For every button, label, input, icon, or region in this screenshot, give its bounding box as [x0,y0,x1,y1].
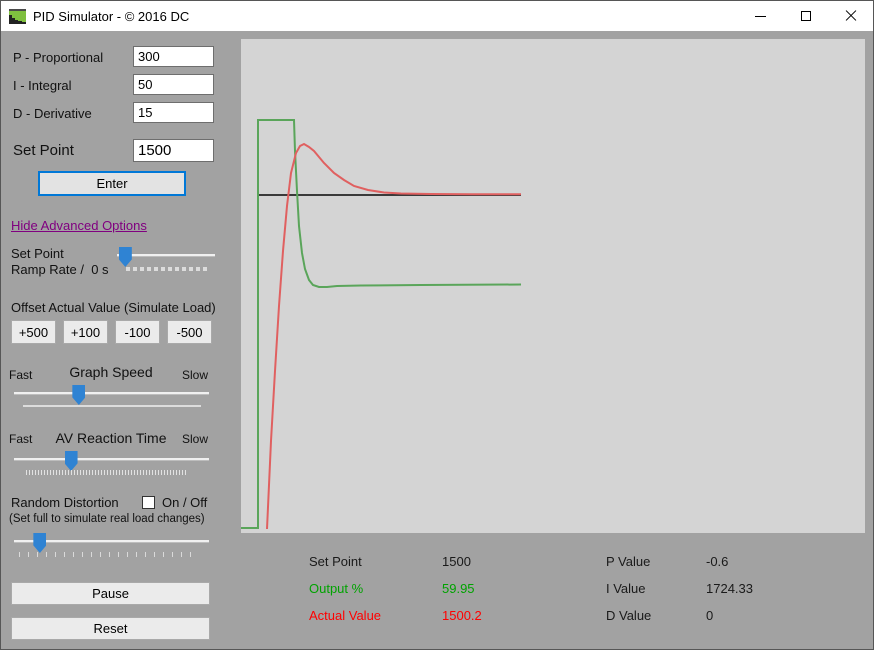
p-input[interactable] [133,46,214,67]
d-label: D - Derivative [13,106,92,121]
random-distortion-note: (Set full to simulate real load changes) [9,513,205,525]
graph-speed-slow-label: Slow [182,368,208,382]
window-title: PID Simulator - © 2016 DC [33,9,189,24]
slider-track [14,458,209,461]
offset-label: Offset Actual Value (Simulate Load) [11,300,216,315]
set-point-input[interactable] [133,139,214,162]
slider-thumb[interactable] [119,247,132,267]
pid-chart-canvas [241,39,865,533]
readout-row: Set Point1500 [309,554,471,570]
readout-label: Output % [309,581,442,596]
av-reaction-fast-label: Fast [9,432,32,446]
i-label: I - Integral [13,78,72,93]
ramp-label-line2: Ramp Rate / 0 s [11,262,109,277]
slider-thumb[interactable] [33,533,46,553]
readout-value: 1724.33 [706,581,753,596]
readout-value: -0.6 [706,554,728,569]
readout-row: Output %59.95 [309,581,475,597]
offset-button-minus100[interactable]: -100 [115,320,160,344]
set-point-label: Set Point [13,142,74,159]
reset-button[interactable]: Reset [11,617,210,640]
ramp-rate-value: 0 s [91,262,108,277]
av-reaction-title: AV Reaction Time [31,430,191,446]
maximize-icon [801,11,811,21]
readout-label: Actual Value [309,608,442,623]
av-reaction-slow-label: Slow [182,432,208,446]
graph-speed-fast-label: Fast [9,368,32,382]
graph-speed-title: Graph Speed [31,364,191,380]
random-distortion-label: Random Distortion [11,495,119,510]
av-reaction-slider[interactable] [14,449,209,475]
series-actual-value [267,144,521,529]
slider-ticks [126,267,209,271]
ramp-label-line1: Set Point [11,246,64,261]
minimize-icon [755,16,766,17]
slider-ticks [23,405,201,407]
ramp-rate-slider[interactable] [117,245,215,271]
minimize-button[interactable] [738,1,783,31]
readout-row: I Value1724.33 [606,581,753,597]
readout-label: Set Point [309,554,442,569]
readout-value: 1500.2 [442,608,482,623]
slider-thumb[interactable] [65,451,78,471]
graph-speed-slider[interactable] [14,383,209,409]
readout-label: P Value [606,554,706,569]
ramp-rate-prefix: Ramp Rate / [11,262,84,277]
offset-button-plus100[interactable]: +100 [63,320,108,344]
maximize-button[interactable] [783,1,828,31]
readout-label: D Value [606,608,706,623]
i-input[interactable] [133,74,214,95]
on-off-label: On / Off [162,495,207,510]
title-bar: PID Simulator - © 2016 DC [1,1,873,31]
offset-buttons: +500 +100 -100 -500 [11,320,219,344]
pid-chart [241,39,865,533]
readout-value: 0 [706,608,713,623]
readout-label: I Value [606,581,706,596]
random-distortion-slider[interactable] [14,531,209,557]
series-output-percent [241,120,521,528]
close-icon [845,10,857,22]
hide-advanced-options-link[interactable]: Hide Advanced Options [11,218,147,233]
app-window: PID Simulator - © 2016 DC P - Proportion… [0,0,874,650]
offset-button-minus500[interactable]: -500 [167,320,212,344]
offset-button-plus500[interactable]: +500 [11,320,56,344]
readout-row: P Value-0.6 [606,554,728,570]
readout-row: D Value0 [606,608,713,624]
d-input[interactable] [133,102,214,123]
close-button[interactable] [828,1,873,31]
p-label: P - Proportional [13,50,103,65]
enter-button[interactable]: Enter [38,171,186,196]
slider-track [14,392,209,395]
readout-value: 59.95 [442,581,475,596]
slider-ticks [19,552,199,557]
readout-value: 1500 [442,554,471,569]
readout-row: Actual Value1500.2 [309,608,482,624]
pause-button[interactable]: Pause [11,582,210,605]
slider-thumb[interactable] [72,385,85,405]
slider-ticks [26,470,187,475]
app-icon [9,9,26,24]
random-distortion-checkbox[interactable] [142,496,155,509]
